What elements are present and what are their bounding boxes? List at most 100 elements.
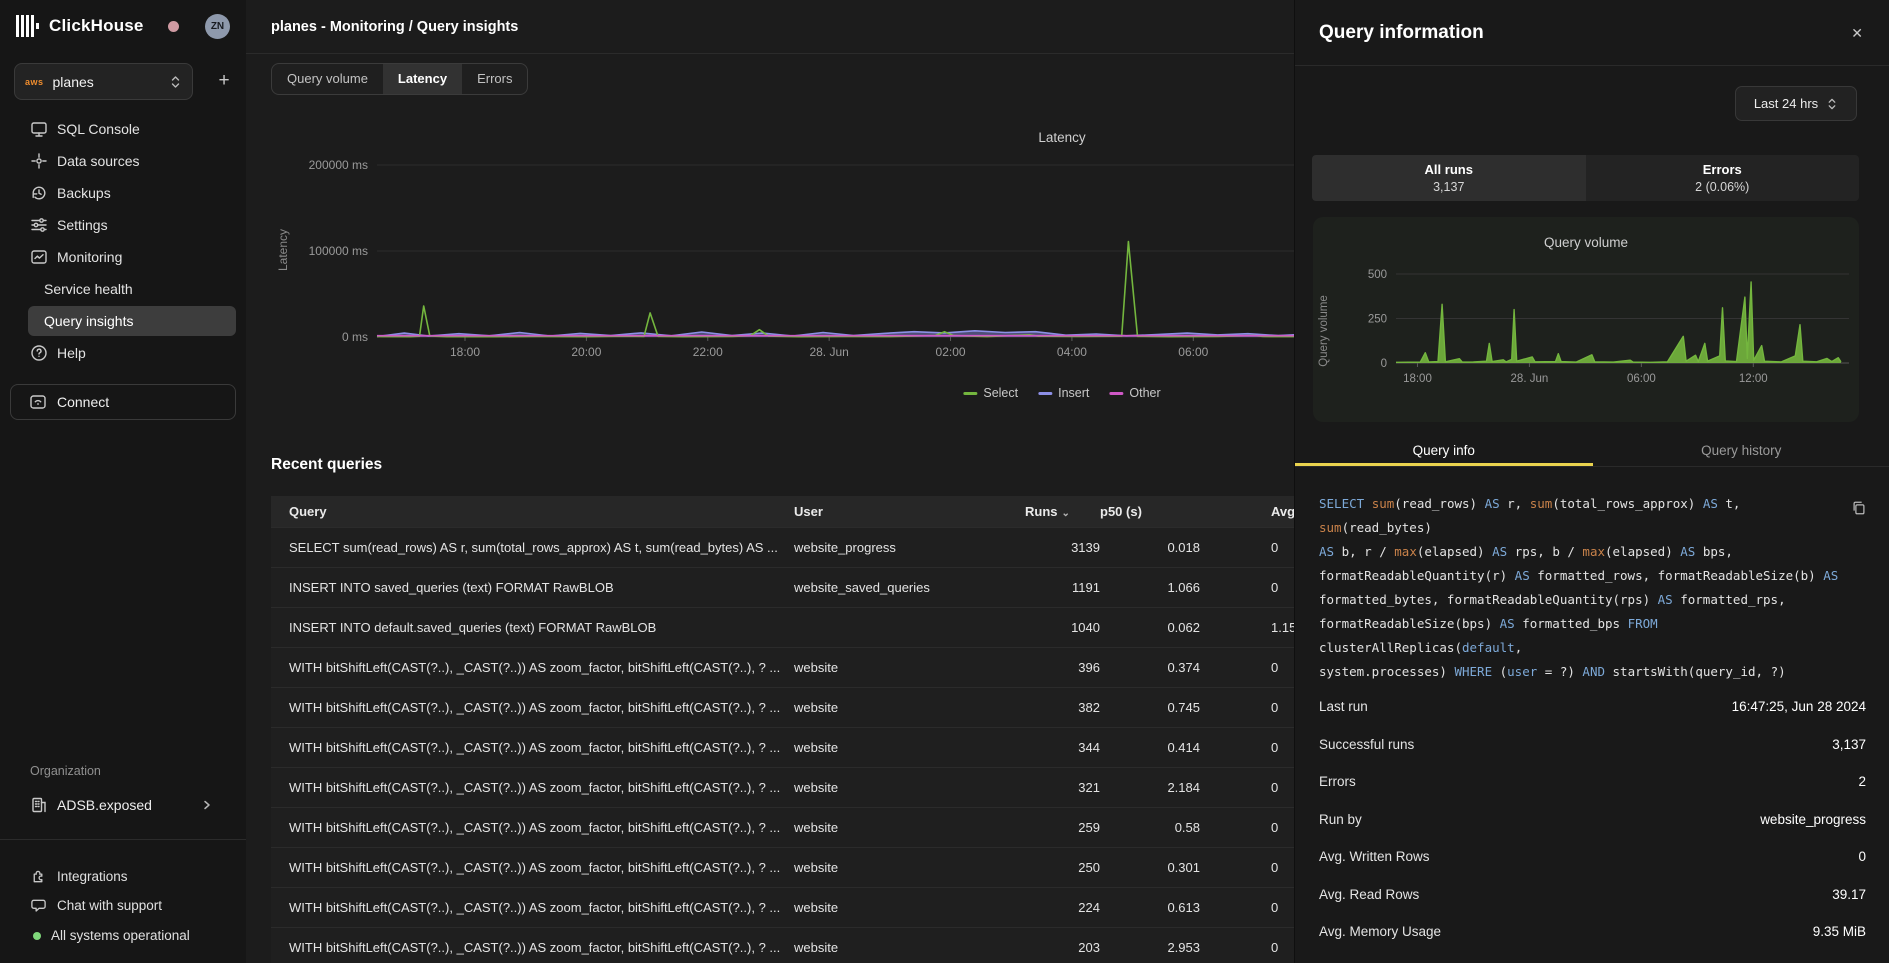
time-range-select[interactable]: Last 24 hrs: [1735, 86, 1857, 121]
cell-user: website: [794, 687, 1025, 727]
sidebar-item-monitoring[interactable]: Monitoring: [0, 241, 246, 273]
stat-row: Avg. Read Rows39.17: [1319, 876, 1866, 914]
help-icon: [30, 344, 48, 362]
column-header: Avg.: [1200, 496, 1294, 527]
main-content: planes - Monitoring / Query insights Que…: [246, 0, 1294, 963]
sidebar-item-chat-support[interactable]: Chat with support: [0, 891, 246, 920]
data-sources-icon: [30, 152, 48, 170]
legend-swatch: [1038, 392, 1052, 395]
svg-text:22:00: 22:00: [693, 345, 723, 359]
workspace-selector[interactable]: aws planes: [14, 63, 193, 100]
summary-label: All runs: [1425, 162, 1473, 177]
table-row[interactable]: WITH bitShiftLeft(CAST(?..), _CAST(?..))…: [271, 807, 1294, 847]
organization-item[interactable]: ADSB.exposed: [0, 790, 246, 820]
add-service-button[interactable]: +: [209, 66, 239, 96]
sql-line: SELECT sum(read_rows) AS r, sum(total_ro…: [1319, 492, 1847, 540]
sql-line: formatReadableQuantity(r) AS formatted_r…: [1319, 564, 1847, 588]
svg-text:20:00: 20:00: [571, 345, 601, 359]
legend-swatch: [963, 392, 977, 395]
table-row[interactable]: WITH bitShiftLeft(CAST(?..), _CAST(?..))…: [271, 647, 1294, 687]
cell-user: website_progress: [794, 527, 1025, 567]
sidebar-item-help[interactable]: Help: [0, 337, 246, 369]
table-row[interactable]: SELECT sum(read_rows) AS r, sum(total_ro…: [271, 527, 1294, 567]
cell-p50: 0.745: [1100, 687, 1200, 727]
cell-runs: 344: [1025, 727, 1100, 767]
cell-query: WITH bitShiftLeft(CAST(?..), _CAST(?..))…: [271, 647, 794, 687]
sql-line: AS b, r / max(elapsed) AS rps, b / max(e…: [1319, 540, 1847, 564]
table-row[interactable]: WITH bitShiftLeft(CAST(?..), _CAST(?..))…: [271, 687, 1294, 727]
chevron-updown-icon: [169, 75, 182, 89]
cell-user: website: [794, 807, 1025, 847]
tab-errors[interactable]: Errors: [462, 64, 527, 94]
table-row[interactable]: WITH bitShiftLeft(CAST(?..), _CAST(?..))…: [271, 887, 1294, 927]
console-icon: [30, 120, 48, 138]
connect-button[interactable]: Connect: [10, 384, 236, 420]
stat-label: Run by: [1319, 812, 1362, 827]
sidebar-item-settings[interactable]: Settings: [0, 209, 246, 241]
runs-summary-tabs: All runs 3,137 Errors 2 (0.06%): [1312, 155, 1859, 201]
column-header: Query: [271, 496, 794, 527]
sidebar-item-label: Monitoring: [57, 249, 122, 265]
aws-icon: aws: [25, 77, 44, 87]
cell-p50: 0.613: [1100, 887, 1200, 927]
app-window: ClickHouse ZN aws planes + SQL Console: [0, 0, 1889, 963]
monitoring-icon: [30, 248, 48, 266]
cell-query: INSERT INTO default.saved_queries (text)…: [271, 607, 794, 647]
legend-item-insert[interactable]: Insert: [1038, 386, 1089, 400]
cell-runs: 224: [1025, 887, 1100, 927]
cell-runs: 396: [1025, 647, 1100, 687]
column-header[interactable]: Runs⌄: [1025, 496, 1100, 527]
panel-tabs: Query info Query history: [1295, 437, 1889, 467]
operational-status-dot: [33, 932, 41, 940]
sidebar-item-label: Help: [57, 345, 86, 361]
sidebar: ClickHouse ZN aws planes + SQL Console: [0, 0, 246, 963]
sidebar-item-service-health[interactable]: Service health: [0, 273, 246, 305]
legend-item-select[interactable]: Select: [963, 386, 1018, 400]
table-row[interactable]: WITH bitShiftLeft(CAST(?..), _CAST(?..))…: [271, 727, 1294, 767]
cell-query: WITH bitShiftLeft(CAST(?..), _CAST(?..))…: [271, 887, 794, 927]
tab-query-history[interactable]: Query history: [1593, 437, 1889, 466]
sidebar-item-sql-console[interactable]: SQL Console: [0, 113, 246, 145]
sidebar-item-data-sources[interactable]: Data sources: [0, 145, 246, 177]
tab-query-volume[interactable]: Query volume: [272, 64, 383, 94]
table-row[interactable]: WITH bitShiftLeft(CAST(?..), _CAST(?..))…: [271, 847, 1294, 887]
close-icon[interactable]: ✕: [1851, 25, 1863, 42]
backups-icon: [30, 184, 48, 202]
sidebar-item-query-insights[interactable]: Query insights: [28, 306, 236, 336]
avatar[interactable]: ZN: [205, 14, 230, 39]
summary-tab-all-runs[interactable]: All runs 3,137: [1312, 155, 1586, 201]
stat-label: Avg. Memory Usage: [1319, 924, 1441, 939]
chart-legend: Select Insert Other: [963, 386, 1160, 400]
sidebar-item-integrations[interactable]: Integrations: [0, 862, 246, 891]
svg-text:18:00: 18:00: [1403, 373, 1432, 385]
sidebar-item-label: Backups: [57, 185, 111, 201]
cell-user: website: [794, 767, 1025, 807]
summary-tab-errors[interactable]: Errors 2 (0.06%): [1586, 155, 1860, 201]
sidebar-item-backups[interactable]: Backups: [0, 177, 246, 209]
cell-user: website: [794, 927, 1025, 963]
column-header: User: [794, 496, 1025, 527]
table-row[interactable]: INSERT INTO default.saved_queries (text)…: [271, 607, 1294, 647]
recent-queries-title: Recent queries: [271, 456, 382, 474]
stat-value: 39.17: [1832, 887, 1866, 902]
main-header: planes - Monitoring / Query insights: [246, 0, 1294, 54]
cell-avg: 0: [1200, 567, 1294, 607]
sql-code-block: SELECT sum(read_rows) AS r, sum(total_ro…: [1319, 492, 1847, 684]
page-title: planes - Monitoring / Query insights: [246, 0, 1294, 54]
svg-text:18:00: 18:00: [450, 345, 480, 359]
legend-label: Insert: [1058, 386, 1089, 400]
table-row[interactable]: WITH bitShiftLeft(CAST(?..), _CAST(?..))…: [271, 927, 1294, 963]
tab-query-info[interactable]: Query info: [1295, 437, 1593, 466]
tab-latency[interactable]: Latency: [383, 64, 462, 94]
system-status-item[interactable]: All systems operational: [0, 921, 246, 950]
cell-runs: 1040: [1025, 607, 1100, 647]
cell-user: website: [794, 887, 1025, 927]
svg-text:12:00: 12:00: [1739, 373, 1768, 385]
copy-icon[interactable]: [1851, 500, 1867, 521]
cell-runs: 3139: [1025, 527, 1100, 567]
legend-item-other[interactable]: Other: [1109, 386, 1160, 400]
cell-p50: 0.374: [1100, 647, 1200, 687]
table-row[interactable]: INSERT INTO saved_queries (text) FORMAT …: [271, 567, 1294, 607]
table-row[interactable]: WITH bitShiftLeft(CAST(?..), _CAST(?..))…: [271, 767, 1294, 807]
stat-row: Successful runs3,137: [1319, 726, 1866, 764]
